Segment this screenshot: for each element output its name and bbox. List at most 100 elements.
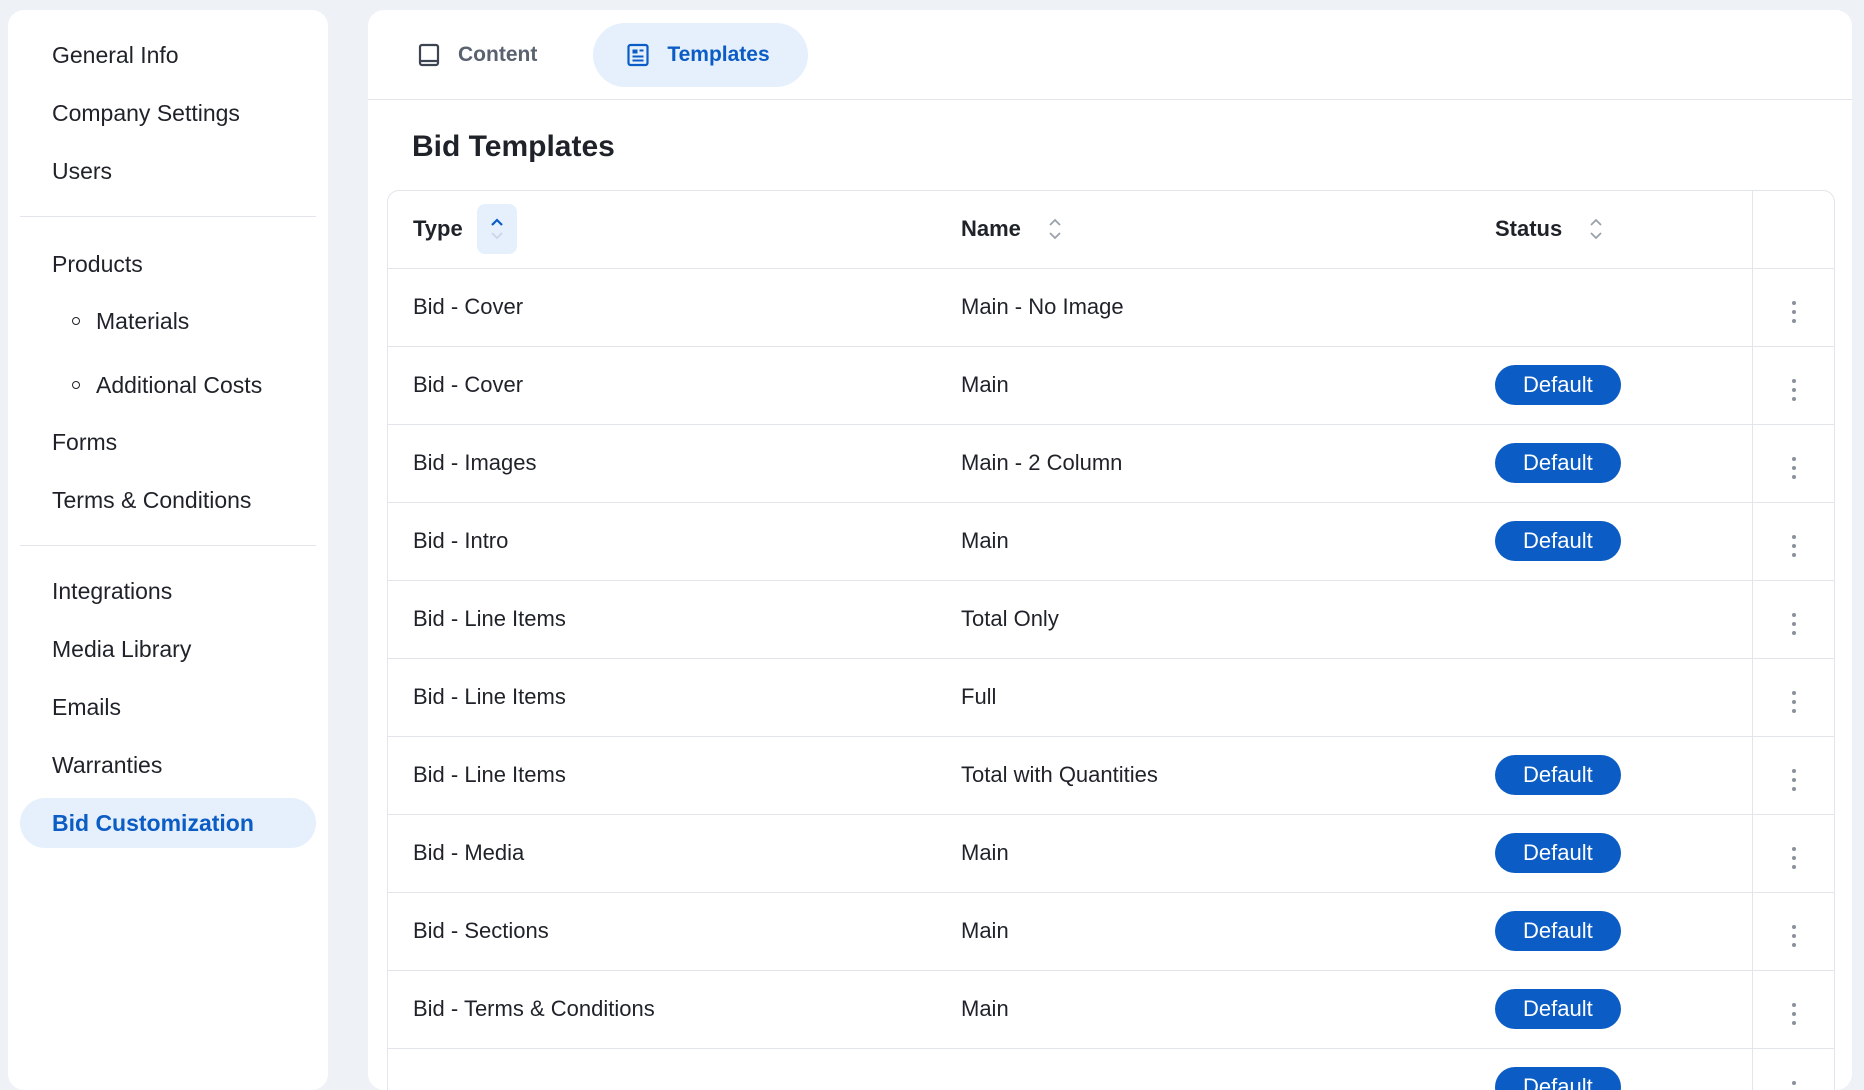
status-badge: Default <box>1495 911 1621 951</box>
sidebar-subitem-label: Materials <box>96 307 190 334</box>
sidebar-item-company-settings[interactable]: Company Settings <box>20 88 316 138</box>
cell-type: Bid - Images <box>388 424 936 503</box>
cell-status: Default <box>1470 346 1752 425</box>
sidebar-subitem-label: Additional Costs <box>96 371 263 398</box>
more-options-icon[interactable] <box>1782 451 1806 485</box>
table-row[interactable]: Bid - Media Main Default <box>388 814 1834 893</box>
more-options-icon[interactable] <box>1782 1075 1806 1090</box>
status-badge: Default <box>1495 1067 1621 1090</box>
cell-status <box>1470 580 1752 659</box>
cell-actions <box>1751 892 1834 971</box>
table-row[interactable]: Bid - Intro Main Default <box>388 502 1834 581</box>
table-row[interactable]: Bid - Cover Main Default <box>388 346 1834 425</box>
sidebar-subitem-additional-costs[interactable]: Additional Costs <box>20 353 316 417</box>
tab-label: Templates <box>667 42 770 66</box>
status-badge: Default <box>1495 521 1621 561</box>
cell-actions <box>1751 346 1834 425</box>
table-header-row: Type Name Status <box>388 191 1834 269</box>
templates-table: Type Name Status Bid - Cover Main - No I… <box>387 190 1835 1090</box>
column-header-name: Name <box>936 191 1470 269</box>
status-badge: Default <box>1495 989 1621 1029</box>
sidebar-item-integrations[interactable]: Integrations <box>20 566 316 616</box>
table-row[interactable]: Bid - Images Main - 2 Column Default <box>388 424 1834 503</box>
cell-type: Bid - Line Items <box>388 658 936 737</box>
more-options-icon[interactable] <box>1782 763 1806 797</box>
cell-status: Default <box>1470 1048 1752 1090</box>
table-row[interactable]: Bid - Line Items Full <box>388 658 1834 737</box>
status-badge: Default <box>1495 443 1621 483</box>
table-row[interactable]: Bid - Cover Main - No Image <box>388 268 1834 347</box>
cell-actions <box>1751 1048 1834 1090</box>
table-row[interactable]: Bid - Line Items Total with Quantities Def… <box>388 736 1834 815</box>
cell-status: Default <box>1470 814 1752 893</box>
cell-name: Main <box>936 814 1470 893</box>
sidebar-item-media-library[interactable]: Media Library <box>20 624 316 674</box>
bullet-icon <box>72 317 80 325</box>
sidebar-item-products[interactable]: Products <box>20 239 316 289</box>
cell-type: Bid - Terms & Conditions <box>388 970 936 1049</box>
cell-name: Main <box>936 502 1470 581</box>
tab-content[interactable]: Content <box>384 23 575 87</box>
status-badge: Default <box>1495 755 1621 795</box>
table-row[interactable]: Bid - Line Items Total Only <box>388 580 1834 659</box>
cell-type: Bid - Cover <box>388 268 936 347</box>
sidebar-subitem-materials[interactable]: Materials <box>20 289 316 353</box>
cell-name: Main - No Image <box>936 268 1470 347</box>
sidebar-item-warranties[interactable]: Warranties <box>20 740 316 790</box>
sidebar-item-general-info[interactable]: General Info <box>20 30 316 80</box>
cell-type: Bid - Line Items <box>388 580 936 659</box>
cell-actions <box>1751 424 1834 503</box>
column-header-status: Status <box>1470 191 1752 269</box>
table-row[interactable]: Bid - Sections Main Default <box>388 892 1834 971</box>
more-options-icon[interactable] <box>1782 607 1806 641</box>
settings-sidebar: General Info Company Settings Users Prod… <box>8 10 328 1090</box>
more-options-icon[interactable] <box>1782 919 1806 953</box>
cell-name: Full <box>936 658 1470 737</box>
sidebar-item-emails[interactable]: Emails <box>20 682 316 732</box>
table-row[interactable]: Default <box>388 1048 1834 1090</box>
column-header-label: Name <box>961 216 1021 242</box>
tab-templates[interactable]: Templates <box>593 22 808 87</box>
more-options-icon[interactable] <box>1782 295 1806 329</box>
cell-type: Bid - Media <box>388 814 936 893</box>
column-header-label: Type <box>413 216 463 242</box>
cell-status <box>1470 268 1752 347</box>
cell-type: Bid - Intro <box>388 502 936 581</box>
cell-status: Default <box>1470 424 1752 503</box>
sidebar-item-users[interactable]: Users <box>20 146 316 196</box>
cell-type: Bid - Line Items <box>388 736 936 815</box>
cell-type: Bid - Cover <box>388 346 936 425</box>
sidebar-divider <box>20 216 316 217</box>
cell-status: Default <box>1470 502 1752 581</box>
column-header-actions <box>1751 191 1834 269</box>
tab-label: Content <box>458 42 538 66</box>
cell-status <box>1470 658 1752 737</box>
tab-bar: Content Templates <box>368 10 1852 100</box>
column-header-type: Type <box>388 191 936 269</box>
cell-name: Main <box>936 970 1470 1049</box>
main-panel: Content Templates Bid Templates Type Nam… <box>368 10 1852 1090</box>
status-badge: Default <box>1495 833 1621 873</box>
bullet-icon <box>72 381 80 389</box>
more-options-icon[interactable] <box>1782 997 1806 1031</box>
table-row[interactable]: Bid - Terms & Conditions Main Default <box>388 970 1834 1049</box>
sort-toggle-button[interactable] <box>1035 204 1075 254</box>
sidebar-item-terms-conditions[interactable]: Terms & Conditions <box>20 475 316 525</box>
cell-actions <box>1751 502 1834 581</box>
cell-actions <box>1751 736 1834 815</box>
more-options-icon[interactable] <box>1782 841 1806 875</box>
sidebar-item-bid-customization[interactable]: Bid Customization <box>20 798 316 848</box>
more-options-icon[interactable] <box>1782 373 1806 407</box>
more-options-icon[interactable] <box>1782 685 1806 719</box>
sort-toggle-button[interactable] <box>1576 204 1616 254</box>
cell-status: Default <box>1470 892 1752 971</box>
sort-ascending-button[interactable] <box>476 204 517 255</box>
cell-actions <box>1751 268 1834 347</box>
cell-name: Main <box>936 892 1470 971</box>
more-options-icon[interactable] <box>1782 529 1806 563</box>
status-badge: Default <box>1495 365 1621 405</box>
tablet-icon <box>416 42 442 68</box>
cell-name: Total with Quantities <box>936 736 1470 815</box>
cell-actions <box>1751 814 1834 893</box>
sidebar-item-forms[interactable]: Forms <box>20 417 316 467</box>
